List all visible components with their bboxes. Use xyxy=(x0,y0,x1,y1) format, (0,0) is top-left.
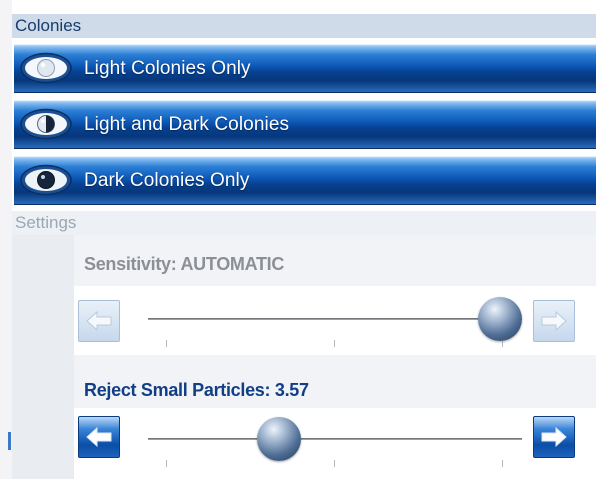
reject-small-particles-label: Reject Small Particles: 3.57 xyxy=(84,380,309,400)
slider-tick xyxy=(166,340,167,347)
reject-particles-slider-track[interactable] xyxy=(148,438,522,467)
colonies-section-header: Colonies xyxy=(12,14,596,38)
colony-option-label: Light and Dark Colonies xyxy=(84,114,290,135)
dark-colony-eye-icon xyxy=(20,164,72,196)
reject-particles-increase-button[interactable] xyxy=(533,416,575,458)
arrow-left-icon xyxy=(86,426,112,448)
slider-tick xyxy=(502,340,503,347)
light-dark-colony-eye-icon xyxy=(20,108,72,140)
slider-tick xyxy=(334,340,335,347)
rail-marker xyxy=(8,432,11,450)
arrow-right-icon xyxy=(541,426,567,448)
slider-tick xyxy=(334,460,335,467)
app-window: Colonies Light Colonies Only Light and D… xyxy=(0,0,596,479)
sensitivity-slider-track[interactable] xyxy=(148,318,522,347)
sensitivity-increase-button[interactable] xyxy=(533,300,575,342)
sensitivity-decrease-button[interactable] xyxy=(78,300,120,342)
sensitivity-label: Sensitivity: AUTOMATIC xyxy=(84,254,285,274)
left-rail xyxy=(0,0,12,479)
reject-particles-decrease-button[interactable] xyxy=(78,416,120,458)
light-and-dark-colonies-button[interactable]: Light and Dark Colonies xyxy=(14,100,596,149)
slider-tick xyxy=(166,460,167,467)
colony-option-label: Light Colonies Only xyxy=(84,58,251,79)
settings-section-header: Settings xyxy=(12,211,596,235)
light-colonies-only-button[interactable]: Light Colonies Only xyxy=(14,44,596,93)
reject-particles-slider-thumb[interactable] xyxy=(257,417,301,461)
sensitivity-slider-thumb[interactable] xyxy=(478,297,522,341)
settings-gutter xyxy=(12,235,74,479)
arrow-left-icon xyxy=(86,310,112,332)
light-colony-eye-icon xyxy=(20,52,72,84)
slider-tick xyxy=(502,460,503,467)
colony-option-label: Dark Colonies Only xyxy=(84,170,250,191)
arrow-right-icon xyxy=(541,310,567,332)
dark-colonies-only-button[interactable]: Dark Colonies Only xyxy=(14,156,596,205)
